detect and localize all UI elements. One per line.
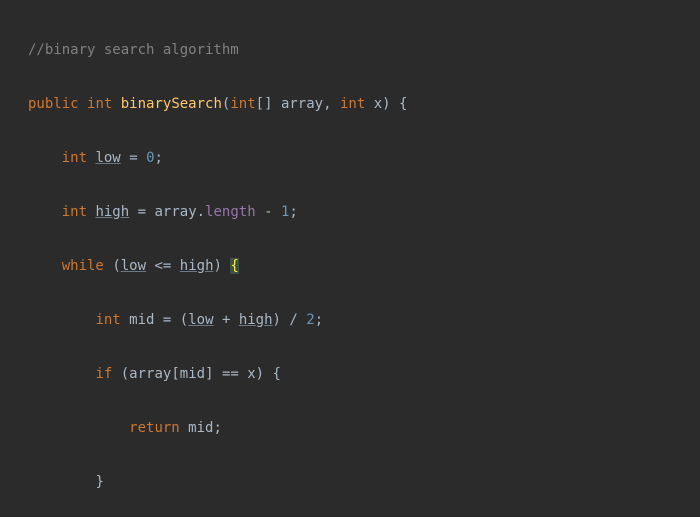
- punct-rparen: ): [214, 258, 222, 274]
- punct-comma: ,: [323, 96, 331, 112]
- var-low: low: [95, 150, 120, 166]
- punct-brackets: []: [256, 96, 273, 112]
- keyword-int: int: [87, 96, 112, 112]
- param-x: x: [374, 96, 382, 112]
- punct-eq: =: [138, 204, 146, 220]
- code-line: int high = array.length - 1;: [0, 199, 700, 226]
- punct-rparen: ): [256, 366, 264, 382]
- keyword-int: int: [230, 96, 255, 112]
- punct-rbrace: }: [95, 474, 103, 490]
- punct-minus: -: [264, 204, 272, 220]
- var-high: high: [239, 312, 273, 328]
- code-line: if (array[mid] == x) {: [0, 361, 700, 388]
- punct-dot: .: [197, 204, 205, 220]
- var-high: high: [180, 258, 214, 274]
- var-mid: mid: [129, 312, 154, 328]
- code-line: }: [0, 469, 700, 496]
- punct-lbrack: [: [171, 366, 179, 382]
- punct-lparen: (: [112, 258, 120, 274]
- keyword-int: int: [62, 204, 87, 220]
- op-eqeq: ==: [222, 366, 239, 382]
- punct-plus: +: [222, 312, 230, 328]
- param-x: x: [247, 366, 255, 382]
- punct-semi: ;: [155, 150, 163, 166]
- keyword-return: return: [129, 420, 180, 436]
- keyword-public: public: [28, 96, 79, 112]
- param-array: array: [129, 366, 171, 382]
- punct-eq: =: [163, 312, 171, 328]
- keyword-int: int: [62, 150, 87, 166]
- op-le: <=: [154, 258, 171, 274]
- number-0: 0: [146, 150, 154, 166]
- keyword-while: while: [62, 258, 104, 274]
- code-line: int low = 0;: [0, 145, 700, 172]
- punct-semi: ;: [289, 204, 297, 220]
- code-line: while (low <= high) {: [0, 253, 700, 280]
- punct-lbrace: {: [399, 96, 407, 112]
- punct-semi: ;: [315, 312, 323, 328]
- punct-lparen: (: [180, 312, 188, 328]
- code-line: public int binarySearch(int[] array, int…: [0, 91, 700, 118]
- param-array: array: [281, 96, 323, 112]
- keyword-int: int: [340, 96, 365, 112]
- punct-lparen: (: [121, 366, 129, 382]
- code-line: int mid = (low + high) / 2;: [0, 307, 700, 334]
- comment-text: //binary search algorithm: [28, 42, 239, 58]
- punct-semi: ;: [213, 420, 221, 436]
- code-line: //binary search algorithm: [0, 37, 700, 64]
- code-editor[interactable]: //binary search algorithm public int bin…: [0, 0, 700, 517]
- code-line: return mid;: [0, 415, 700, 442]
- punct-rbrack: ]: [205, 366, 213, 382]
- punct-rparen: ): [273, 312, 281, 328]
- var-mid: mid: [188, 420, 213, 436]
- keyword-int: int: [95, 312, 120, 328]
- number-2: 2: [306, 312, 314, 328]
- var-low: low: [121, 258, 146, 274]
- punct-lbrace: {: [273, 366, 281, 382]
- field-length: length: [205, 204, 256, 220]
- param-array: array: [154, 204, 196, 220]
- keyword-if: if: [95, 366, 112, 382]
- matched-brace-open: {: [230, 258, 238, 274]
- punct-slash: /: [289, 312, 297, 328]
- var-low: low: [188, 312, 213, 328]
- punct-rparen: ): [382, 96, 390, 112]
- var-high: high: [95, 204, 129, 220]
- var-mid: mid: [180, 366, 205, 382]
- punct-eq: =: [129, 150, 137, 166]
- function-name: binarySearch: [121, 96, 222, 112]
